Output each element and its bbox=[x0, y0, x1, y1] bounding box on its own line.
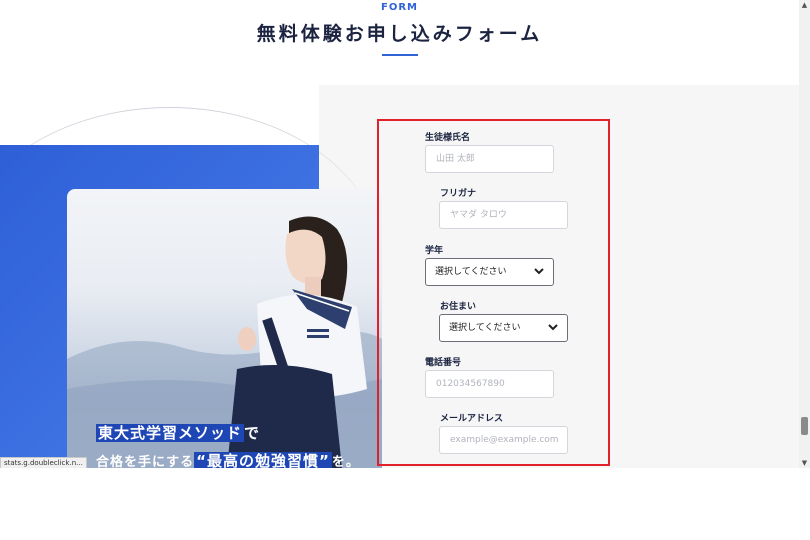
chevron-down-icon bbox=[534, 268, 544, 275]
title-underline bbox=[382, 54, 418, 56]
grade-label: 学年 bbox=[425, 246, 444, 256]
catch-copy2-highlight: “最高の勉強習慣” bbox=[194, 452, 332, 468]
furigana-label: フリガナ bbox=[440, 189, 477, 199]
scroll-down-arrow[interactable]: ▼ bbox=[799, 458, 810, 468]
page-scrollbar[interactable]: ▲ ▼ bbox=[799, 0, 810, 468]
catch-copy-line1: 東大式学習メソッドで bbox=[96, 422, 260, 443]
residence-label: お住まい bbox=[440, 302, 477, 312]
chevron-down-icon bbox=[548, 324, 558, 331]
scroll-up-arrow[interactable]: ▲ bbox=[799, 0, 810, 10]
catch-copy-suffix: で bbox=[244, 424, 261, 442]
catch-copy-line2: 合格を手にする “最高の勉強習慣” を。 bbox=[96, 450, 360, 468]
student-name-label: 生徒様氏名 bbox=[425, 133, 471, 143]
phone-input[interactable]: 012034567890 bbox=[425, 370, 554, 398]
section-eyebrow: FORM bbox=[381, 2, 418, 13]
page-title: 無料体験お申し込みフォーム bbox=[256, 23, 543, 45]
status-bar-url: stats.g.doubleclick.n... bbox=[0, 457, 87, 468]
residence-select-value: 選択してください bbox=[449, 323, 521, 333]
grade-select[interactable]: 選択してください bbox=[425, 258, 554, 286]
student-name-input[interactable]: 山田 太郎 bbox=[425, 145, 554, 173]
catch-copy-highlight: 東大式学習メソッド bbox=[96, 424, 245, 442]
residence-select[interactable]: 選択してください bbox=[439, 314, 568, 342]
scrollbar-thumb[interactable] bbox=[801, 417, 808, 435]
email-label: メールアドレス bbox=[440, 414, 504, 424]
page-viewport: FORM 無料体験お申し込みフォーム 東大式学習メソッド で 合格を手にする “… bbox=[0, 0, 799, 468]
blank-area bbox=[0, 468, 810, 540]
email-input[interactable]: example@example.com bbox=[439, 426, 568, 454]
phone-label: 電話番号 bbox=[425, 358, 462, 368]
catch-copy2-suffix: を。 bbox=[331, 455, 360, 468]
catch-copy2-prefix: 合格を手にする bbox=[96, 455, 195, 468]
grade-select-value: 選択してください bbox=[435, 267, 507, 277]
furigana-input[interactable]: ヤマダ タロウ bbox=[439, 201, 568, 229]
